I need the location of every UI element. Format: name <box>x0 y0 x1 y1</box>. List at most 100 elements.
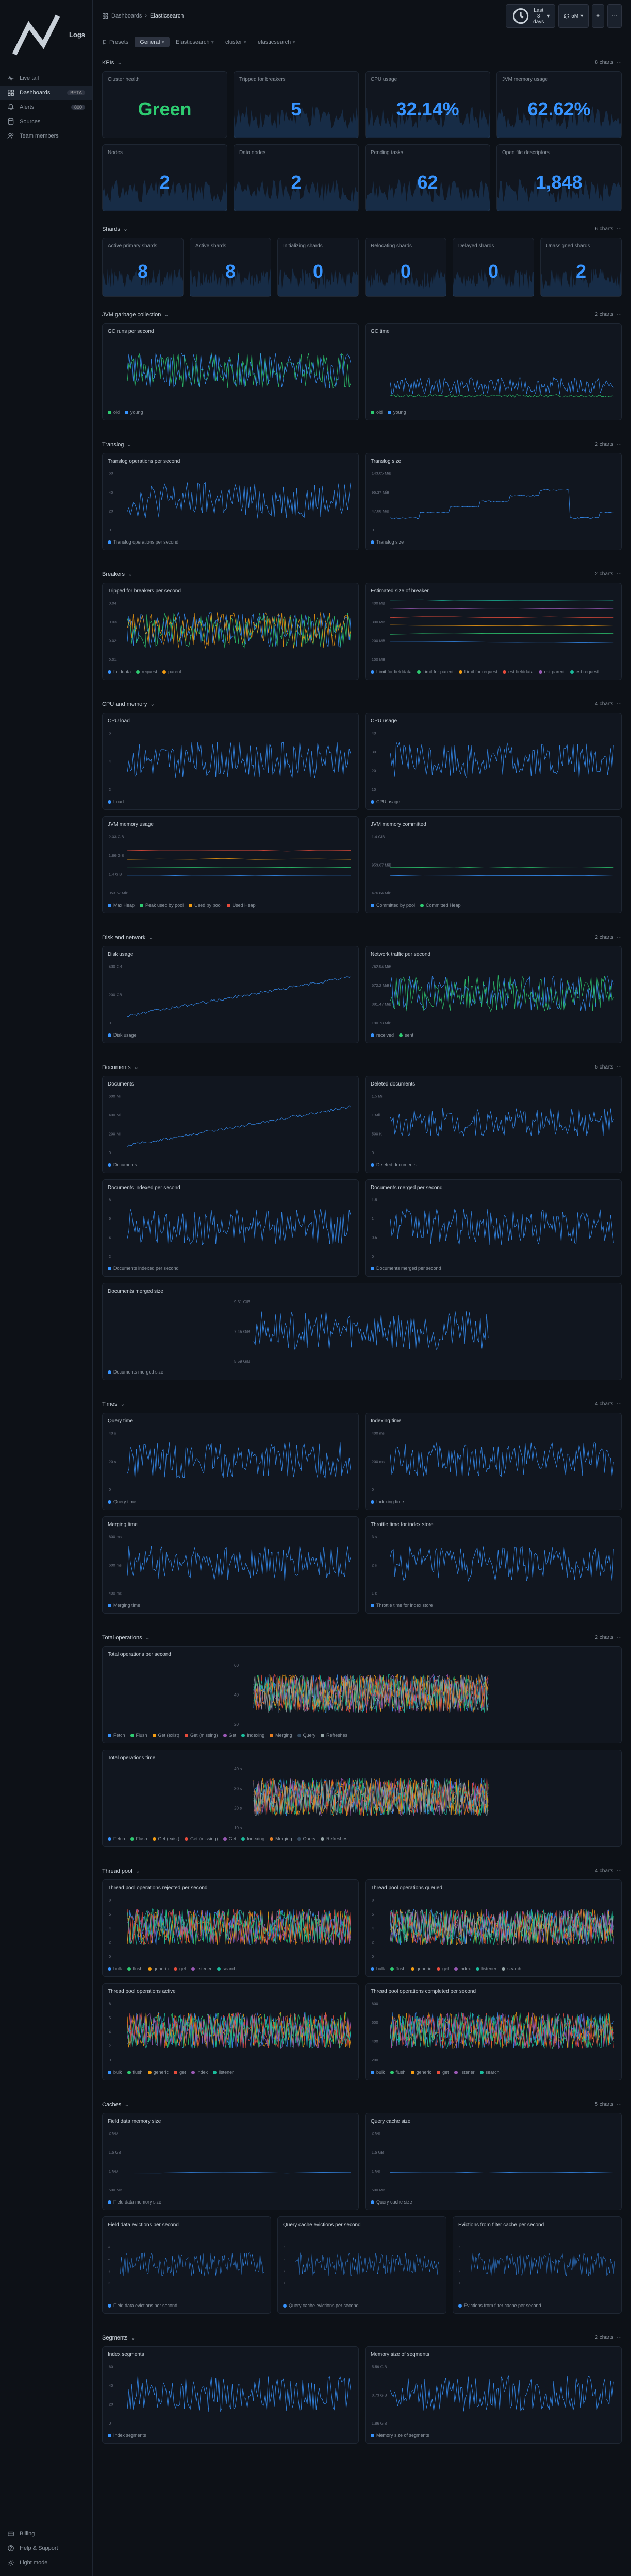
chevron-down-icon[interactable]: ⌄ <box>131 2334 136 2341</box>
legend-item[interactable]: Documents merged per second <box>371 1266 441 1271</box>
chart-canvas[interactable]: 800600400200 <box>371 1998 616 2065</box>
chevron-down-icon[interactable]: ⌄ <box>121 1401 125 1408</box>
chart-canvas[interactable] <box>108 338 353 405</box>
chart-canvas[interactable]: 6040200 <box>108 2362 353 2429</box>
more-button[interactable]: ⋯ <box>607 4 622 28</box>
legend-item[interactable]: generic <box>148 2070 169 2075</box>
chart-canvas[interactable]: 1.510.50 <box>371 1195 616 1262</box>
chart-canvas[interactable]: 0.040.030.020.01 <box>108 598 353 665</box>
chart-canvas[interactable]: 604020 <box>108 1662 616 1728</box>
chart-canvas[interactable]: 143.05 MiB95.37 MiB47.68 MiB0 <box>371 468 616 535</box>
legend-item[interactable]: est fielddata <box>503 669 534 674</box>
legend-item[interactable]: young <box>388 410 406 415</box>
legend-item[interactable]: old <box>108 410 120 415</box>
legend-item[interactable]: Limit for request <box>459 669 498 674</box>
kpi-card[interactable]: Nodes2 <box>102 144 227 211</box>
kpi-card[interactable]: Tripped for breakers5 <box>234 71 359 138</box>
chevron-down-icon[interactable]: ⌄ <box>136 1868 140 1874</box>
nav-light mode[interactable]: Light mode <box>0 2555 92 2570</box>
chart-canvas[interactable]: 40 s30 s20 s10 s <box>108 1765 616 1832</box>
chart-canvas[interactable]: 8642 <box>108 2232 265 2299</box>
shard-card[interactable]: Active primary shards8 <box>102 238 184 297</box>
legend-item[interactable]: est parent <box>539 669 565 674</box>
legend-item[interactable]: Limit for parent <box>417 669 454 674</box>
legend-item[interactable]: get <box>437 2070 449 2075</box>
legend-item[interactable]: Field data evictions per second <box>108 2303 177 2308</box>
chart-canvas[interactable]: 400 ms200 ms0 <box>371 1428 616 1495</box>
legend-item[interactable]: Fetch <box>108 1733 125 1738</box>
legend-item[interactable]: Evictions from filter cache per second <box>458 2303 541 2308</box>
legend-item[interactable]: received <box>371 1032 394 1038</box>
chart-canvas[interactable]: 86420 <box>108 1998 353 2065</box>
chart-canvas[interactable]: 2 GB1.5 GB1 GB500 MB <box>108 2128 353 2195</box>
chevron-down-icon[interactable]: ⌄ <box>148 934 153 941</box>
add-button[interactable]: + <box>592 4 604 28</box>
chevron-down-icon[interactable]: ⌄ <box>145 1634 150 1641</box>
legend-item[interactable]: listener <box>476 1966 496 1971</box>
legend-item[interactable]: flush <box>390 2070 406 2075</box>
legend-item[interactable]: Get (exist) <box>153 1733 180 1738</box>
legend-item[interactable]: generic <box>148 1966 169 1971</box>
legend-item[interactable]: flush <box>390 1966 406 1971</box>
chart-canvas[interactable]: 8642 <box>108 1195 353 1262</box>
legend-item[interactable]: young <box>125 410 143 415</box>
legend-item[interactable]: Index segments <box>108 2433 146 2438</box>
nav-live tail[interactable]: Live tail <box>0 71 92 86</box>
legend-item[interactable]: Field data memory size <box>108 2199 161 2205</box>
kpi-card[interactable]: JVM memory usage62.62% <box>496 71 622 138</box>
shard-card[interactable]: Active shards8 <box>190 238 271 297</box>
legend-item[interactable]: Get <box>223 1836 237 1841</box>
nav-help & support[interactable]: Help & Support <box>0 2541 92 2555</box>
legend-item[interactable]: Get <box>223 1733 237 1738</box>
legend-item[interactable]: bulk <box>371 2070 385 2075</box>
chart-canvas[interactable]: 762.94 MiB572.2 MiB381.47 MiB190.73 MiB <box>371 961 616 1028</box>
nav-alerts[interactable]: Alerts800 <box>0 100 92 114</box>
legend-item[interactable]: search <box>502 1966 521 1971</box>
chart-canvas[interactable]: 40 s20 s0 <box>108 1428 353 1495</box>
chevron-down-icon[interactable]: ⌄ <box>123 226 128 232</box>
legend-item[interactable]: generic <box>411 1966 432 1971</box>
legend-item[interactable]: Query <box>297 1836 316 1841</box>
shard-card[interactable]: Delayed shards0 <box>453 238 534 297</box>
legend-item[interactable]: listener <box>191 1966 212 1971</box>
shard-card[interactable]: Relocating shards0 <box>365 238 446 297</box>
legend-item[interactable]: Committed Heap <box>420 903 461 908</box>
legend-item[interactable]: fielddata <box>108 669 131 674</box>
chevron-down-icon[interactable]: ⌄ <box>127 441 131 448</box>
legend-item[interactable]: Translog size <box>371 539 404 545</box>
chart-canvas[interactable]: 6040200 <box>108 468 353 535</box>
legend-item[interactable]: Flush <box>130 1733 147 1738</box>
chart-canvas[interactable]: 8642 <box>458 2232 616 2299</box>
legend-item[interactable]: CPU usage <box>371 799 400 804</box>
legend-item[interactable]: sent <box>399 1032 413 1038</box>
chevron-down-icon[interactable]: ⌄ <box>128 571 132 578</box>
legend-item[interactable]: Refreshes <box>321 1836 347 1841</box>
legend-item[interactable]: Used Heap <box>227 903 256 908</box>
legend-item[interactable]: get <box>174 1966 186 1971</box>
breadcrumb-root[interactable]: Dashboards <box>111 13 142 19</box>
legend-item[interactable]: Query <box>297 1733 316 1738</box>
legend-item[interactable]: listener <box>454 2070 475 2075</box>
legend-item[interactable]: Refreshes <box>321 1733 347 1738</box>
chart-canvas[interactable]: 9.31 GiB7.45 GiB5.59 GiB <box>108 1298 616 1365</box>
tab-elasticsearch[interactable]: Elasticsearch ▾ <box>171 37 219 47</box>
legend-item[interactable]: bulk <box>108 2070 122 2075</box>
legend-item[interactable]: Committed by pool <box>371 903 415 908</box>
nav-sources[interactable]: Sources <box>0 114 92 129</box>
kpi-card[interactable]: CPU usage32.14% <box>365 71 490 138</box>
chevron-down-icon[interactable]: ⌄ <box>117 59 122 66</box>
legend-item[interactable]: index <box>191 2070 208 2075</box>
chart-canvas[interactable]: 3 s2 s1 s <box>371 1532 616 1599</box>
legend-item[interactable]: flush <box>127 1966 143 1971</box>
legend-item[interactable]: index <box>454 1966 471 1971</box>
legend-item[interactable]: search <box>217 1966 237 1971</box>
legend-item[interactable]: Get (missing) <box>185 1733 218 1738</box>
chart-canvas[interactable]: 8642 <box>283 2232 441 2299</box>
kpi-card[interactable]: Cluster healthGreen <box>102 71 227 138</box>
legend-item[interactable]: get <box>174 2070 186 2075</box>
legend-item[interactable]: Get (exist) <box>153 1836 180 1841</box>
legend-item[interactable]: Peak used by pool <box>140 903 184 908</box>
legend-item[interactable]: Disk usage <box>108 1032 137 1038</box>
chevron-down-icon[interactable]: ⌄ <box>134 1064 139 1071</box>
chart-canvas[interactable]: 2.33 GiB1.86 GiB1.4 GiB953.67 MiB <box>108 832 353 899</box>
